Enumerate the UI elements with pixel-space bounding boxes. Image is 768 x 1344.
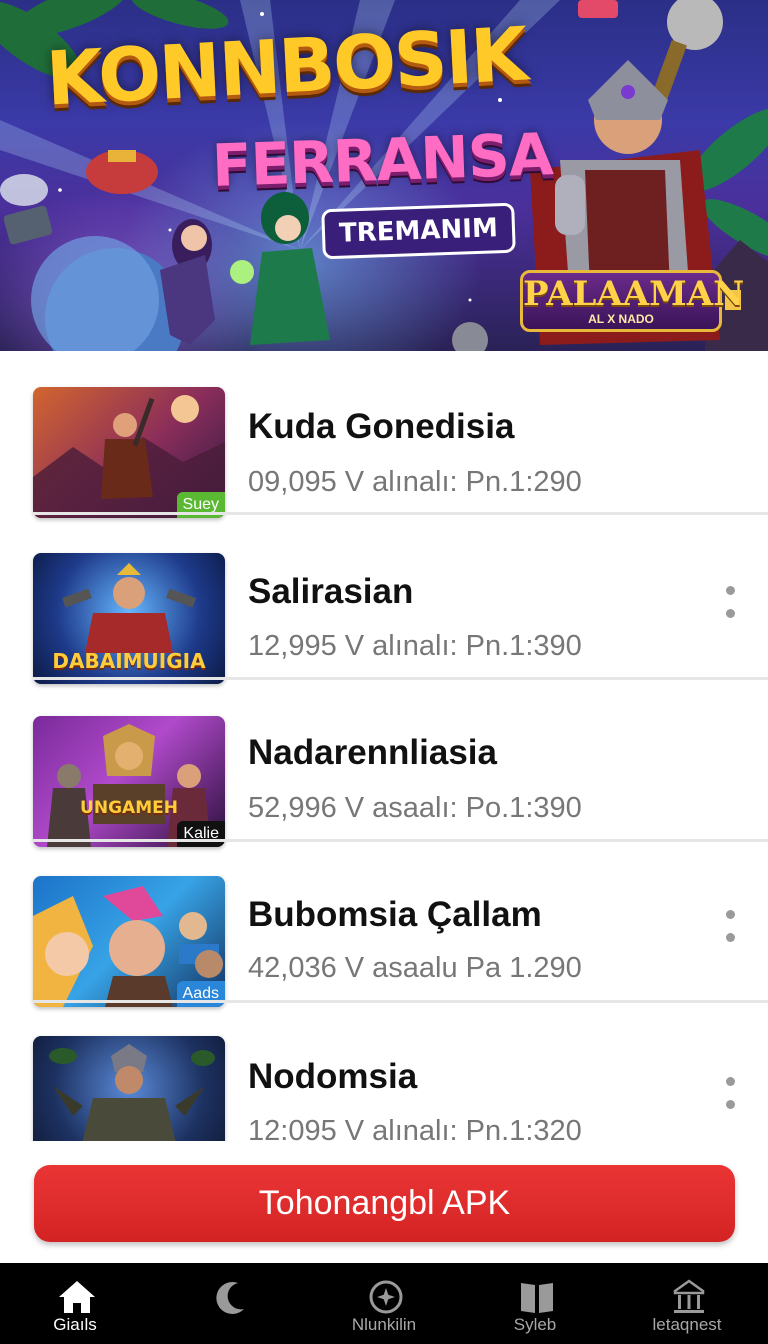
game-list-item[interactable]: Aads Bubomsia Çallam 42,036 V asaalu Pa … bbox=[0, 839, 768, 1007]
row-divider bbox=[33, 512, 768, 515]
banner-title-line2: FERRANSA bbox=[210, 120, 554, 200]
home-icon bbox=[59, 1281, 95, 1313]
more-options-icon[interactable] bbox=[722, 910, 738, 956]
game-title: Nadarennliasia bbox=[248, 733, 497, 772]
book-icon bbox=[521, 1283, 553, 1313]
bank-icon bbox=[673, 1279, 705, 1313]
hero-banner[interactable]: KONNBOSIK FERRANSA TREMANIM PALAAMAN AL … bbox=[0, 0, 768, 351]
game-list-item[interactable]: DABAIMUIGIA Salirasian 12,995 V alınalı:… bbox=[0, 516, 768, 684]
thumbnail-art bbox=[49, 1044, 215, 1141]
game-list[interactable]: Suey Kuda Gonedisia 09,095 V alınalı: Pn… bbox=[0, 351, 768, 1141]
game-meta: 12:095 V alınalı: Pn.1:320 bbox=[248, 1115, 582, 1141]
nav-item-moon[interactable] bbox=[163, 1263, 293, 1344]
nav-item-account[interactable]: letaqnest bbox=[622, 1263, 752, 1344]
nav-label: Nlunkilin bbox=[351, 1315, 417, 1334]
more-options-icon[interactable] bbox=[722, 1077, 738, 1123]
nav-label: Syleb bbox=[513, 1315, 557, 1334]
game-thumbnail[interactable] bbox=[33, 1036, 225, 1141]
moon-icon bbox=[216, 1281, 244, 1314]
game-title: Salirasian bbox=[248, 572, 414, 611]
banner-subtitle-pill: TREMANIM bbox=[321, 202, 516, 260]
game-thumbnail[interactable]: Suey bbox=[33, 387, 225, 518]
nav-label: letaqnest bbox=[652, 1315, 722, 1334]
compass-icon bbox=[369, 1280, 403, 1314]
thumbnail-caption: UNGAMEH bbox=[80, 798, 178, 818]
game-title: Bubomsia Çallam bbox=[248, 895, 542, 934]
more-options-icon[interactable] bbox=[722, 586, 738, 632]
thumbnail-caption: DABAIMUIGIA bbox=[52, 649, 206, 673]
nav-label: Giaıls bbox=[53, 1315, 97, 1334]
game-thumbnail[interactable]: Aads bbox=[33, 876, 225, 1007]
game-list-item[interactable]: UNGAMEH Kalie Nadarennliasia 52,996 V as… bbox=[0, 678, 768, 847]
game-title: Nodomsia bbox=[248, 1057, 418, 1096]
game-meta: 12,995 V alınalı: Pn.1:390 bbox=[248, 630, 582, 662]
bottom-navigation: Giaıls Nlunkilin Syleb letaqnest bbox=[0, 1263, 768, 1344]
nav-item-explore[interactable]: Nlunkilin bbox=[319, 1263, 449, 1344]
banner-game-badge: PALAAMAN AL X NADO bbox=[520, 270, 745, 332]
nav-item-home[interactable]: Giaıls bbox=[10, 1263, 140, 1344]
banner-badge-title: PALAAMAN bbox=[523, 274, 745, 314]
game-meta: 09,095 V alınalı: Pn.1:290 bbox=[248, 466, 582, 498]
game-list-item[interactable]: Nodomsia 12:095 V alınalı: Pn.1:320 bbox=[0, 1002, 768, 1141]
game-thumbnail[interactable]: DABAIMUIGIA bbox=[33, 553, 225, 684]
game-meta: 52,996 V asaalı: Po.1:390 bbox=[248, 792, 582, 824]
game-list-item[interactable]: Suey Kuda Gonedisia 09,095 V alınalı: Pn… bbox=[0, 351, 768, 518]
nav-item-library[interactable]: Syleb bbox=[470, 1263, 600, 1344]
game-thumbnail[interactable]: UNGAMEH Kalie bbox=[33, 716, 225, 847]
game-title: Kuda Gonedisia bbox=[248, 407, 515, 446]
download-apk-button[interactable]: Tohonangbl APK bbox=[34, 1165, 735, 1242]
game-meta: 42,036 V asaalu Pa 1.290 bbox=[248, 952, 582, 984]
